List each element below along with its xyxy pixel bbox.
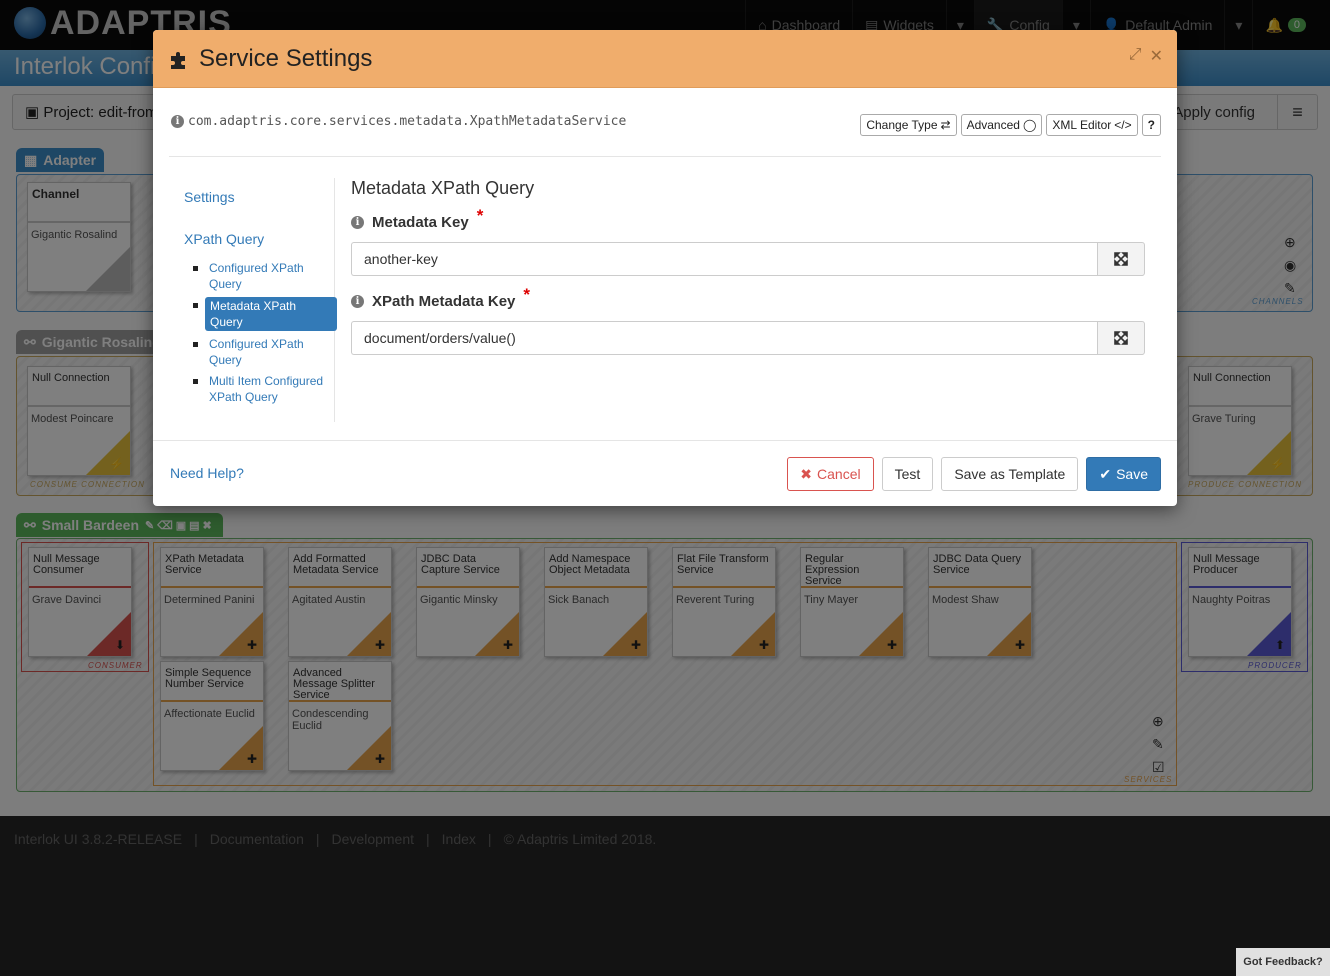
settings-link[interactable]: Settings [184,189,235,205]
expand-field-button[interactable] [1097,321,1145,355]
help-button[interactable]: ? [1141,114,1161,136]
modal-toolbar: Change Type ⇄ Advanced ◯ XML Editor </> ? [860,114,1161,136]
need-help-link[interactable]: Need Help? [170,465,244,481]
puzzle-icon [171,52,185,69]
info-icon: i [351,215,364,229]
expand-icon [1114,252,1128,266]
metadata-key-group: another-key [351,242,1145,276]
check-icon: ✔ [1099,465,1112,482]
advanced-toggle-button[interactable]: Advanced ◯ [960,114,1043,136]
cancel-button[interactable]: ✖ Cancel [787,457,874,491]
subnav-item[interactable]: Configured XPath Query [193,336,337,368]
subnav-item[interactable]: Configured XPath Query [193,260,337,292]
change-type-button[interactable]: Change Type ⇄ [860,114,957,136]
close-icon[interactable]: ✕ [1150,46,1163,66]
xpath-query-link[interactable]: XPath Query [184,231,264,247]
xpath-metadata-key-label: i XPath Metadata Key * [351,285,530,311]
save-label: Save [1116,466,1148,482]
xml-editor-button[interactable]: XML Editor </> [1046,114,1138,136]
service-settings-modal: Service Settings ⤢ ✕ i com.adaptris.core… [153,30,1177,506]
xpath-metadata-key-group: document/orders/value() [351,321,1145,355]
info-icon: i [171,115,184,128]
exchange-icon: ⇄ [940,118,951,132]
metadata-key-input[interactable]: another-key [351,242,1097,276]
save-as-template-button[interactable]: Save as Template [941,457,1079,491]
modal-footer: Need Help? ✖ Cancel Test Save as Template… [153,440,1177,506]
cancel-label: Cancel [817,466,861,482]
service-class-name: i com.adaptris.core.services.metadata.Xp… [171,114,626,129]
xpath-metadata-key-input[interactable]: document/orders/value() [351,321,1097,355]
save-button[interactable]: ✔ Save [1086,457,1161,491]
footer-buttons: ✖ Cancel Test Save as Template ✔ Save [787,457,1161,491]
xpath-metadata-key-label-text: XPath Metadata Key [372,292,516,310]
metadata-key-label: i Metadata Key * [351,206,483,232]
close-icon: ✖ [800,465,813,482]
advanced-label: Advanced [966,118,1020,132]
subnav-item-active[interactable]: Metadata XPath Query [193,297,337,331]
info-icon: i [351,294,364,308]
toggle-off-icon: ◯ [1022,118,1037,132]
code-icon: </> [1114,118,1132,132]
modal-header: Service Settings ⤢ ✕ [153,30,1177,88]
modal-header-actions: ⤢ ✕ [1129,46,1163,66]
required-marker: * [476,206,484,225]
modal-title: Service Settings [199,45,373,72]
class-name-text: com.adaptris.core.services.metadata.Xpat… [188,114,627,129]
change-type-label: Change Type [866,118,938,132]
expand-icon [1114,331,1128,345]
metadata-key-label-text: Metadata Key [372,213,469,231]
subnav-item[interactable]: Multi Item Configured XPath Query [193,373,337,405]
settings-sidenav: Settings XPath Query Configured XPath Qu… [169,178,337,422]
form-title: Metadata XPath Query [351,178,535,198]
expand-icon[interactable]: ⤢ [1129,46,1142,66]
xml-editor-label: XML Editor [1052,118,1112,132]
feedback-button[interactable]: Got Feedback? [1236,948,1330,976]
expand-field-button[interactable] [1097,242,1145,276]
required-marker: * [523,285,531,304]
divider [169,156,1161,157]
xpath-query-subnav: Configured XPath Query Metadata XPath Qu… [193,260,337,410]
test-button[interactable]: Test [881,457,934,491]
